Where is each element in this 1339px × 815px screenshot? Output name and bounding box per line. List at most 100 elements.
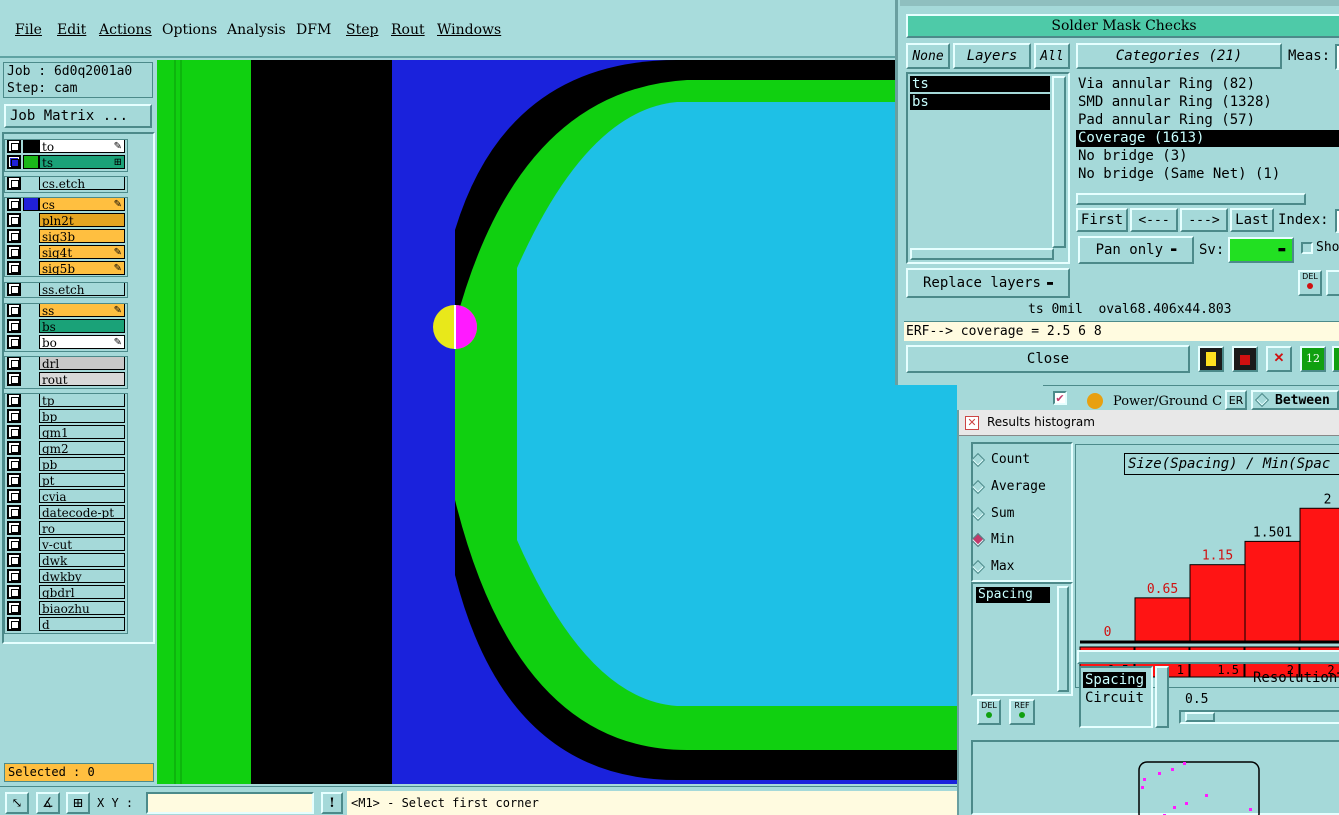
menu-step[interactable]: Step (346, 22, 378, 38)
pan-mode-label: Pan only (1095, 242, 1163, 258)
measure-item-spacing[interactable]: Spacing (976, 587, 1050, 603)
prompt-message: <M1> - Select first corner (347, 791, 957, 815)
select-icon[interactable] (1232, 346, 1258, 372)
menu-rout[interactable]: Rout (391, 22, 425, 38)
radio-count[interactable]: Count (970, 452, 1030, 467)
board-view (157, 60, 957, 784)
extra-icon[interactable] (1332, 346, 1339, 372)
replace-layers-label: Replace layers (922, 275, 1041, 291)
categories-button[interactable]: Categories (21) (1076, 43, 1282, 69)
category-item[interactable]: No bridge (Same Net) (1) (1076, 166, 1339, 183)
field-circuit[interactable]: Circuit (1085, 690, 1144, 706)
none-button[interactable]: None (906, 43, 950, 69)
histogram-bar (1299, 507, 1339, 642)
layer-list-hscrollbar[interactable] (910, 248, 1054, 260)
layer-group-5 (4, 356, 128, 389)
layers-button[interactable]: Layers (953, 43, 1031, 69)
resolution-slider-thumb[interactable] (1185, 712, 1215, 722)
checklist-toolbar: ✔ Power/Ground C ER Between (1043, 385, 1339, 410)
er-button[interactable]: ER (1225, 390, 1247, 410)
layer-select-bs[interactable]: bs (910, 94, 1050, 110)
first-button[interactable]: First (1076, 208, 1128, 232)
category-item[interactable]: Coverage (1613) (1076, 130, 1339, 147)
resolution-value: 0.5 (1185, 692, 1209, 707)
between-option[interactable]: Between (1251, 390, 1339, 410)
minimap[interactable] (971, 740, 1339, 815)
last-button[interactable]: Last (1230, 208, 1274, 232)
layer-group-3 (4, 282, 128, 298)
feature-info: ts 0mil oval68.406x44.803 (1028, 302, 1232, 317)
menu-analysis[interactable]: Analysis (227, 22, 286, 38)
del-label: DEL (1302, 272, 1318, 281)
show-label: Sho (1316, 240, 1339, 255)
menubar: File Edit Actions Options Analysis DFM S… (0, 0, 895, 58)
prev-button[interactable]: <--- (1130, 208, 1178, 232)
field-spacing[interactable]: Spacing (1083, 672, 1147, 688)
pan-mode-dropdown[interactable]: Pan only ▬ (1078, 236, 1194, 264)
histogram-titlebar: ✕ Results histogram (959, 410, 1339, 436)
category-list[interactable]: Via annular Ring (82) SMD annular Ring (1… (1076, 74, 1339, 194)
chart-hscrollbar[interactable] (1077, 650, 1339, 664)
remove-icon[interactable]: ✕ (1266, 346, 1292, 372)
replace-layers-dropdown[interactable]: Replace layers ▬ (906, 268, 1070, 298)
category-item[interactable]: No bridge (3) (1076, 148, 1339, 165)
field-list-scrollbar[interactable] (1155, 666, 1169, 728)
measure-list-scrollbar[interactable] (1057, 586, 1069, 692)
category-hscrollbar[interactable] (1076, 193, 1306, 205)
xy-label: X Y : (97, 796, 134, 810)
xy-input[interactable] (146, 792, 314, 814)
menu-windows[interactable]: Windows (437, 22, 501, 38)
del-button[interactable]: DEL (1298, 270, 1322, 296)
ref-button-partial[interactable] (1326, 270, 1339, 296)
highlight-icon[interactable] (1198, 346, 1224, 372)
report-icon[interactable]: 12 (1300, 346, 1326, 372)
results-histogram-window: ✕ Results histogram Count Average Sum Mi… (957, 410, 1339, 815)
measure-list[interactable]: Spacing (971, 582, 1073, 696)
menu-edit[interactable]: Edit (57, 22, 86, 38)
histogram-bar (1244, 540, 1301, 642)
all-button[interactable]: All (1034, 43, 1070, 69)
menu-options[interactable]: Options (162, 22, 217, 38)
show-checkbox[interactable] (1301, 242, 1313, 254)
layer-select-list[interactable]: ts bs (906, 72, 1070, 264)
zoom-window-icon[interactable]: ⤡ (5, 792, 29, 814)
red-dot-icon (1307, 283, 1313, 289)
meas-input[interactable] (1335, 44, 1339, 70)
alert-button[interactable]: ! (321, 792, 343, 814)
next-button[interactable]: ---> (1180, 208, 1228, 232)
radio-diamond-icon (970, 559, 986, 574)
histo-del-button[interactable]: DEL (977, 699, 1001, 725)
radio-average[interactable]: Average (970, 479, 1046, 494)
measure-icon[interactable]: ∡ (36, 792, 60, 814)
resolution-slider[interactable] (1179, 710, 1339, 724)
histo-ref-button[interactable]: REF (1009, 699, 1035, 725)
category-item[interactable]: Pad annular Ring (57) (1076, 112, 1339, 129)
check-icon[interactable]: ✔ (1053, 391, 1067, 405)
index-input[interactable] (1335, 209, 1339, 233)
power-ground-label[interactable]: Power/Ground C (1113, 394, 1222, 409)
layer-panel: Job : 6d0q2001a0 Step: cam Job Matrix ..… (0, 60, 157, 815)
layer-list-scrollbar[interactable] (1052, 76, 1066, 248)
layer-select-ts[interactable]: ts (910, 76, 1050, 92)
solder-mask-checks-window: Solder Mask Checks None Layers All ts bs… (895, 0, 1339, 385)
menu-dfm[interactable]: DFM (296, 22, 331, 38)
radio-min[interactable]: Min (970, 532, 1014, 547)
grid-icon[interactable]: ⊞ (66, 792, 90, 814)
histogram-title: Results histogram (987, 415, 1095, 429)
sv-color-dropdown[interactable]: ▬ (1228, 237, 1294, 263)
layer-group-0 (4, 139, 128, 172)
radio-max[interactable]: Max (970, 559, 1014, 574)
category-item[interactable]: SMD annular Ring (1328) (1076, 94, 1339, 111)
close-button[interactable]: Close (906, 345, 1190, 373)
menu-actions[interactable]: Actions (99, 22, 152, 38)
category-item[interactable]: Via annular Ring (82) (1076, 76, 1339, 93)
radio-sum[interactable]: Sum (970, 506, 1014, 521)
bar-value-label: 0 (1104, 625, 1112, 640)
layer-group-2 (4, 197, 128, 277)
menu-file[interactable]: File (15, 22, 42, 38)
bar-value-label: 0.65 (1147, 582, 1178, 597)
close-icon[interactable]: ✕ (965, 416, 979, 430)
dropdown-arrow-icon: ▬ (1171, 245, 1177, 255)
graphics-canvas[interactable] (157, 60, 957, 784)
field-list[interactable]: Spacing Circuit (1079, 666, 1153, 728)
